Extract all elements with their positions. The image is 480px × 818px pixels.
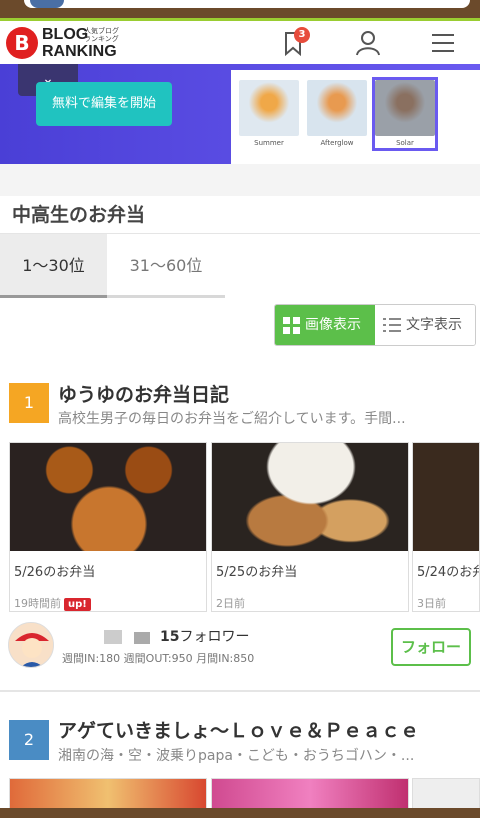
filter-label: Summer — [254, 139, 284, 147]
image-view-button[interactable]: 画像表示 — [275, 305, 375, 345]
banner-cta-button[interactable]: 無料で編集を開始 — [36, 82, 172, 126]
filter-thumbnails: Summer Afterglow Solar — [231, 70, 480, 164]
up-badge: up! — [64, 598, 91, 611]
profile-avatar[interactable] — [30, 0, 64, 8]
logo-sub1: 人気ブログ — [84, 27, 119, 35]
blog-title[interactable]: アゲていきましょ〜Ｌｏｖｅ＆Ｐｅａｃｅ — [58, 716, 419, 743]
rank-tabs: 1〜30位 31〜60位 — [0, 233, 480, 298]
site-header: B BLOG RANKING 人気ブログ ランキング 3 — [0, 18, 480, 64]
image-view-label: 画像表示 — [305, 317, 361, 333]
filter-thumb-solar[interactable]: Solar — [372, 77, 438, 151]
tab-rank-1-30[interactable]: 1〜30位 — [0, 234, 107, 298]
filter-label: Solar — [396, 139, 414, 147]
balloon-image — [307, 80, 367, 136]
blog-title[interactable]: ゆうゆのお弁当日記 — [58, 380, 229, 407]
view-toggle: 画像表示 文字表示 — [274, 304, 476, 346]
post-card[interactable]: 5/26のお弁当 19時間前 up! — [9, 442, 207, 612]
grid-icon — [283, 317, 300, 334]
page-title: 中高生のお弁当 — [12, 204, 146, 226]
rank-badge: 2 — [9, 720, 49, 760]
post-title: 5/24のお弁当 — [417, 565, 479, 580]
filter-label: Afterglow — [320, 139, 354, 147]
post-meta: 19時間前 up! — [14, 595, 91, 611]
rank-badge: 1 — [9, 383, 49, 423]
follower-count: 15フォロワー — [160, 626, 249, 646]
post-title: 5/26のお弁当 — [14, 565, 96, 580]
post-time: 19時間前 — [14, 597, 61, 610]
bento-photo — [212, 443, 408, 551]
post-time: 2日前 — [216, 597, 245, 610]
balloon-image — [375, 80, 435, 136]
follow-button[interactable]: フォロー — [391, 628, 471, 666]
post-card[interactable]: 5/24のお弁当 3日前 — [412, 442, 480, 612]
balloon-image — [239, 80, 299, 136]
browser-bottom-strip — [0, 808, 480, 818]
blog-description: 高校生男子の毎日のお弁当をご紹介しています。手間... — [58, 411, 406, 427]
user-icon[interactable] — [353, 28, 383, 58]
bento-photo — [413, 443, 479, 551]
post-time: 3日前 — [417, 597, 446, 610]
author-name-redacted — [62, 630, 152, 644]
avatar[interactable] — [8, 622, 54, 668]
notification-badge: 3 — [294, 27, 310, 43]
section-spacer — [0, 164, 480, 196]
access-stats: 週間IN:180 週間OUT:950 月間IN:850 — [62, 652, 255, 665]
blog-description: 湘南の海・空・波乗りpapa・こども・おうちゴハン・... — [58, 748, 415, 764]
character-avatar-icon — [9, 623, 53, 667]
filter-thumb-afterglow[interactable]: Afterglow — [307, 80, 367, 148]
bento-photo — [10, 443, 206, 551]
logo-icon[interactable]: B — [6, 27, 38, 59]
tab-rank-31-60[interactable]: 31〜60位 — [107, 234, 225, 298]
post-card[interactable]: 5/25のお弁当 2日前 — [211, 442, 409, 612]
list-icon — [383, 318, 401, 332]
follower-label: フォロワー — [179, 629, 250, 645]
logo-line2: RANKING — [42, 43, 117, 60]
filter-thumb-summer[interactable]: Summer — [239, 80, 299, 148]
logo-subtext: 人気ブログ ランキング — [84, 27, 119, 43]
ad-banner[interactable]: ⌄ 無料で編集を開始 Summer Afterglow Solar — [0, 64, 480, 164]
text-view-button[interactable]: 文字表示 — [375, 305, 475, 345]
logo-sub2: ランキング — [84, 35, 119, 43]
author-row: 15フォロワー 週間IN:180 週間OUT:950 月間IN:850 フォロー — [0, 618, 480, 680]
menu-icon[interactable] — [428, 28, 458, 58]
divider — [0, 690, 480, 692]
follower-number: 15 — [160, 629, 180, 645]
text-view-label: 文字表示 — [406, 317, 462, 333]
post-title: 5/25のお弁当 — [216, 565, 298, 580]
browser-top-strip — [0, 0, 480, 18]
address-bar[interactable] — [24, 0, 470, 8]
